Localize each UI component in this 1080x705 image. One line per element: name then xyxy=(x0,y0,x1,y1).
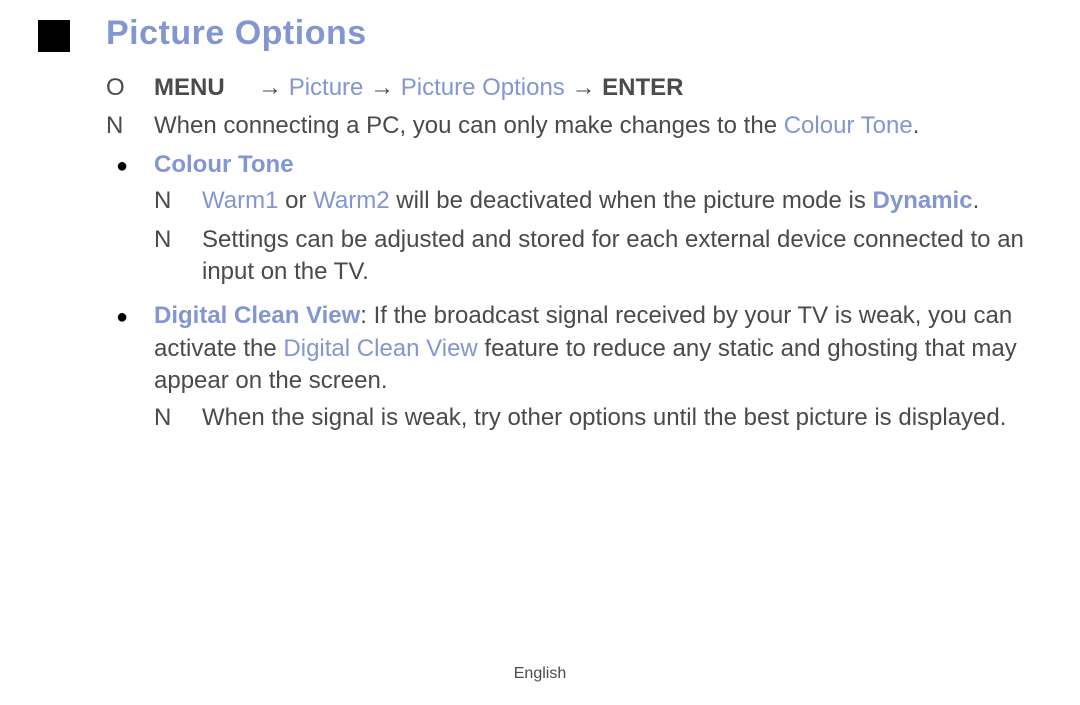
arrow-icon: → xyxy=(370,74,394,101)
dcv-note1-text: When the signal is weak, try other optio… xyxy=(202,402,1042,434)
ct-suffix: . xyxy=(973,187,980,214)
n-icon: N xyxy=(154,402,202,434)
note-main-suffix: . xyxy=(913,112,920,139)
enter-label: ENTER xyxy=(602,74,683,101)
colour-tone-note2: N Settings can be adjusted and stored fo… xyxy=(154,224,1042,289)
note-main-text: When connecting a PC, you can only make … xyxy=(154,110,1042,142)
n-icon: N xyxy=(154,185,202,217)
ct-mid1: or xyxy=(278,187,313,214)
note-main-prefix: When connecting a PC, you can only make … xyxy=(154,112,784,139)
colour-tone-item: ● Colour Tone N Warm1 or Warm2 will be d… xyxy=(106,149,1042,295)
menu-label: MENU xyxy=(154,74,225,101)
colour-tone-note2-text: Settings can be adjusted and stored for … xyxy=(202,224,1042,289)
note-main-hl: Colour Tone xyxy=(784,112,913,139)
n-icon: N xyxy=(106,110,154,142)
colour-tone-note1-text: Warm1 or Warm2 will be deactivated when … xyxy=(202,185,1042,217)
arrow-icon: → xyxy=(571,74,595,101)
ct-mid2: will be deactivated when the picture mod… xyxy=(390,187,873,214)
body-content: O MENU → Picture → Picture Options → ENT… xyxy=(106,72,1042,446)
digital-clean-view-item: ● Digital Clean View: If the broadcast s… xyxy=(106,300,1042,440)
warm1-hl: Warm1 xyxy=(202,187,278,214)
path-picture-options: Picture Options xyxy=(401,74,572,101)
n-icon: N xyxy=(154,224,202,256)
dcv-heading: Digital Clean View xyxy=(154,302,360,329)
menu-path-row: O MENU → Picture → Picture Options → ENT… xyxy=(106,72,1042,104)
dynamic-hl: Dynamic xyxy=(873,187,973,214)
colour-tone-heading: Colour Tone xyxy=(154,151,294,178)
warm2-hl: Warm2 xyxy=(313,187,389,214)
o-icon: O xyxy=(106,72,154,104)
section-marker-icon xyxy=(38,20,70,52)
bullet-icon: ● xyxy=(106,149,154,180)
note-main: N When connecting a PC, you can only mak… xyxy=(106,110,1042,142)
bullet-icon: ● xyxy=(106,300,154,331)
dcv-note1: N When the signal is weak, try other opt… xyxy=(154,402,1042,434)
menu-path: MENU → Picture → Picture Options → ENTER xyxy=(154,72,1042,104)
manual-page: Picture Options O MENU → Picture → Pictu… xyxy=(0,0,1080,705)
dcv-hl: Digital Clean View xyxy=(283,335,477,362)
path-picture: Picture xyxy=(289,74,370,101)
arrow-icon: → xyxy=(258,74,282,101)
colour-tone-note1: N Warm1 or Warm2 will be deactivated whe… xyxy=(154,185,1042,217)
page-title: Picture Options xyxy=(106,14,367,53)
page-footer-language: English xyxy=(0,665,1080,683)
